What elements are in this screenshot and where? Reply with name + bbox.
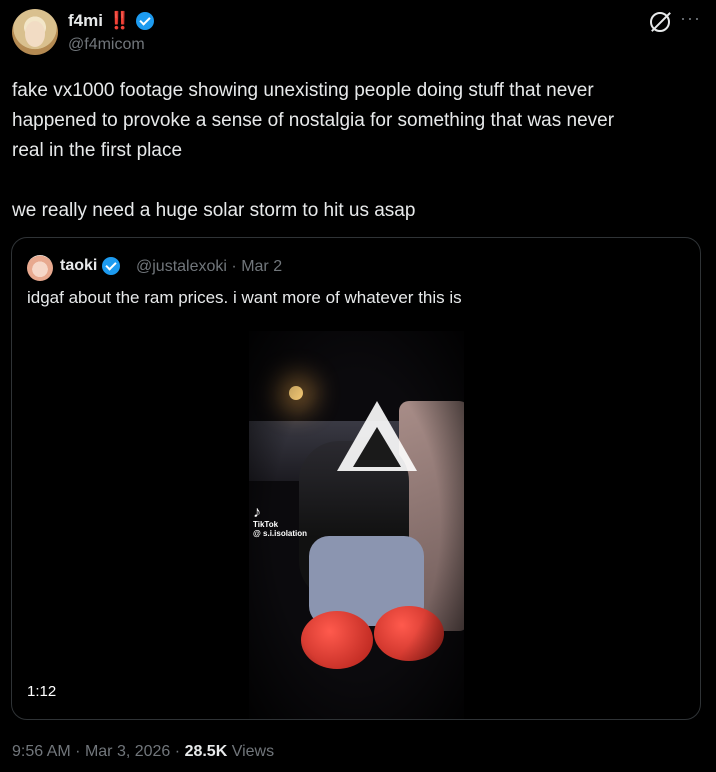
tweet-text: fake vx1000 footage showing unexisting p…: [12, 80, 615, 221]
quote-text: idgaf about the ram prices. i want more …: [27, 288, 462, 307]
meta-separator: ·: [174, 743, 181, 760]
tiktok-brand: TikTok: [253, 520, 279, 529]
views-label: Views: [231, 743, 275, 760]
quote-date[interactable]: Mar 2: [241, 258, 282, 275]
tiktok-icon: ♪: [253, 504, 261, 521]
author-avatar[interactable]: [12, 9, 58, 55]
quote-name-row[interactable]: taoki: [60, 257, 121, 275]
quote-tweet[interactable]: taoki @justalexoki · Mar 2 idgaf about t…: [11, 237, 701, 720]
quote-handle-date: @justalexoki · Mar 2: [136, 258, 282, 276]
quote-handle[interactable]: @justalexoki: [136, 258, 227, 275]
avatar-face: [25, 21, 45, 47]
verified-badge-icon[interactable]: [136, 12, 155, 30]
views-count: 28.5K: [184, 743, 228, 760]
quote-avatar[interactable]: [27, 255, 53, 281]
quote-date-separator: ·: [231, 258, 237, 275]
tiktok-user: @ s.i.isolation: [253, 529, 308, 538]
author-name[interactable]: f4mi: [68, 11, 103, 31]
tweet-meta: 9:56 AM · Mar 3, 2026 · 28.5K Views: [12, 743, 274, 761]
more-icon[interactable]: ···: [680, 8, 701, 29]
grok-icon[interactable]: [650, 12, 670, 32]
video-duration: 1:12: [27, 683, 57, 700]
author-handle[interactable]: @f4micom: [68, 36, 145, 54]
quote-video[interactable]: ♪ TikTok @ s.i.isolation: [249, 331, 464, 719]
tweet-time[interactable]: 9:56 AM: [12, 743, 71, 760]
quote-author-name[interactable]: taoki: [60, 257, 97, 275]
meta-separator: ·: [75, 743, 81, 760]
author-name-row[interactable]: f4mi ‼️: [68, 11, 155, 31]
tiktok-watermark: ♪ TikTok @ s.i.isolation: [253, 504, 308, 539]
tweet-date[interactable]: Mar 3, 2026: [85, 743, 170, 760]
author-emoji: ‼️: [108, 11, 131, 30]
verified-badge-icon: [102, 257, 121, 275]
